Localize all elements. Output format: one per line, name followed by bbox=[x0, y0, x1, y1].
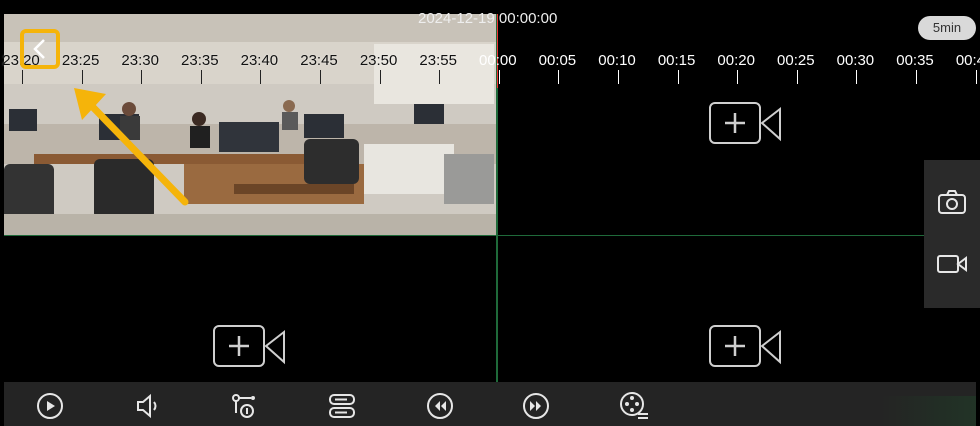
playback-list-button[interactable] bbox=[616, 388, 652, 424]
rewind-icon bbox=[427, 393, 453, 419]
video-record-icon bbox=[937, 255, 967, 273]
add-camera-icon[interactable] bbox=[708, 101, 781, 145]
fast-forward-icon bbox=[523, 393, 549, 419]
timeline-cursor[interactable] bbox=[497, 14, 498, 88]
timeline-datetime: 2024-12-19 00:00:00 bbox=[418, 10, 558, 27]
playback-toolbar bbox=[4, 382, 976, 426]
sync-playback-button[interactable] bbox=[226, 388, 262, 424]
back-button[interactable] bbox=[20, 29, 60, 69]
speaker-icon bbox=[137, 393, 157, 419]
rewind-button[interactable] bbox=[422, 388, 458, 424]
storage-button[interactable] bbox=[324, 388, 360, 424]
record-button[interactable] bbox=[934, 246, 970, 282]
playback-screen: 2024-12-19 00:00:00 23:20 23:25 23:30 23:35… bbox=[0, 0, 980, 426]
audio-button[interactable] bbox=[130, 388, 166, 424]
add-camera-icon[interactable] bbox=[708, 324, 781, 368]
add-camera-icon[interactable] bbox=[212, 324, 285, 368]
play-button[interactable] bbox=[32, 388, 68, 424]
chevron-left-icon bbox=[33, 39, 45, 59]
annotation-arrow-icon bbox=[74, 88, 189, 206]
grid-divider-horizontal bbox=[4, 235, 924, 236]
snapshot-button[interactable] bbox=[934, 184, 970, 220]
time-scale-badge[interactable]: 5min bbox=[918, 16, 976, 40]
film-reel-icon bbox=[620, 392, 648, 419]
storage-icon bbox=[329, 394, 355, 418]
camera-snapshot-icon bbox=[938, 190, 966, 214]
fast-forward-button[interactable] bbox=[518, 388, 554, 424]
play-icon bbox=[37, 393, 63, 419]
sync-playback-icon bbox=[232, 394, 255, 418]
side-panel bbox=[924, 160, 980, 308]
watermark-blur bbox=[880, 396, 976, 426]
